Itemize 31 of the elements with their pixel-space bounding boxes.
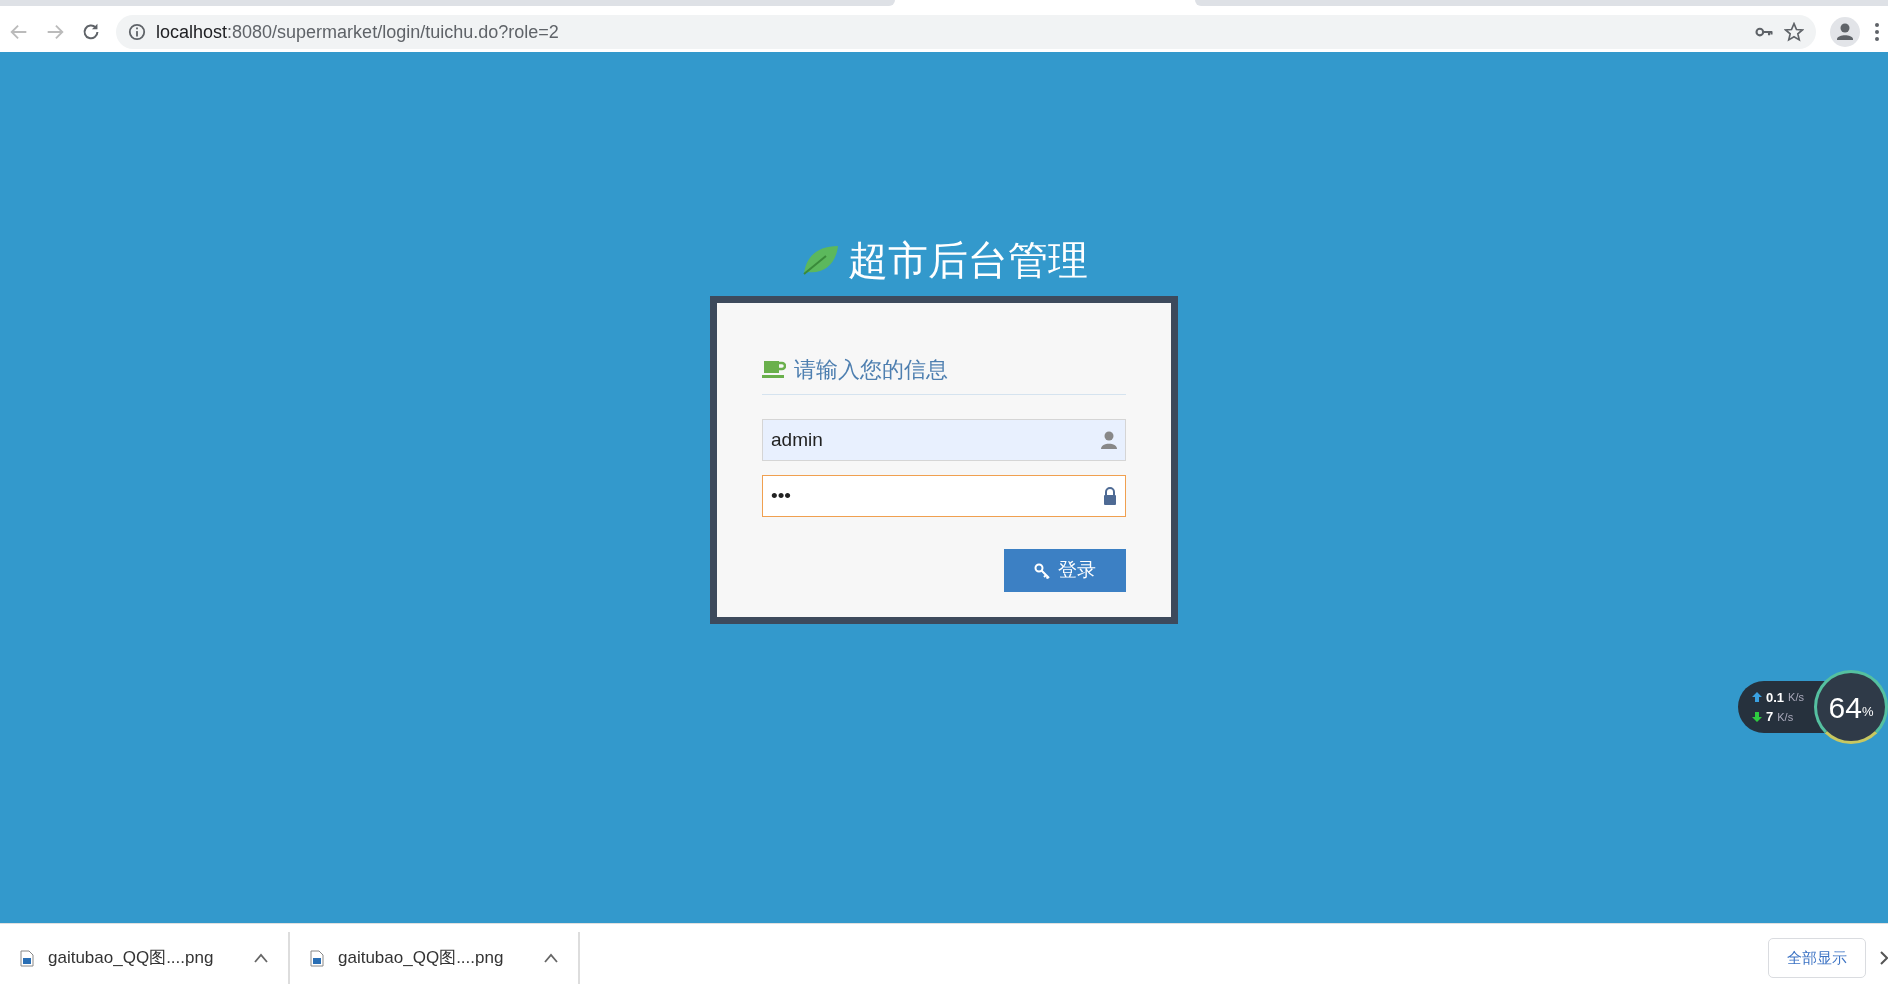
form-heading: 请输入您的信息 <box>794 356 948 384</box>
login-button[interactable]: 登录 <box>1004 549 1126 592</box>
usage-percent: 64 <box>1828 689 1862 726</box>
password-field[interactable]: ••• <box>762 475 1126 517</box>
show-all-button[interactable]: 全部显示 <box>1768 937 1866 979</box>
lock-icon <box>1103 487 1117 505</box>
speed-unit: K/s <box>1777 709 1794 725</box>
up-arrow-icon <box>1752 692 1762 703</box>
speed-unit: K/s <box>1788 690 1804 705</box>
user-icon <box>1101 431 1117 449</box>
username-field[interactable]: admin <box>762 419 1126 461</box>
image-file-icon[interactable] <box>310 949 324 967</box>
star-icon[interactable] <box>1784 22 1804 42</box>
chevron-right-icon[interactable] <box>1880 951 1888 965</box>
download-filename[interactable]: gaitubao_QQ图....png <box>338 945 530 971</box>
speed-value: 7 <box>1766 708 1774 726</box>
chevron-up-icon[interactable] <box>544 953 558 963</box>
cup-icon <box>762 359 786 380</box>
address-bar[interactable]: localhost:8080/supermarket/login/tuichu.do?role=2 <box>116 15 1816 49</box>
chevron-up-icon[interactable] <box>254 953 268 963</box>
key-icon <box>1034 562 1050 579</box>
down-arrow-icon <box>1752 711 1762 722</box>
url-text: localhost:8080/supermarket/login/tuichu.do?role=2 <box>156 20 559 44</box>
menu-icon[interactable] <box>1874 22 1880 42</box>
percent-sign: % <box>1861 704 1874 722</box>
profile-icon[interactable] <box>1830 17 1860 47</box>
info-icon[interactable] <box>128 23 146 41</box>
download-filename[interactable]: gaitubao_QQ图....png <box>48 945 240 971</box>
app-title: 超市后台管理 <box>848 237 1088 284</box>
speed-value: 0.1 <box>1766 688 1785 707</box>
image-file-icon[interactable] <box>20 949 34 967</box>
